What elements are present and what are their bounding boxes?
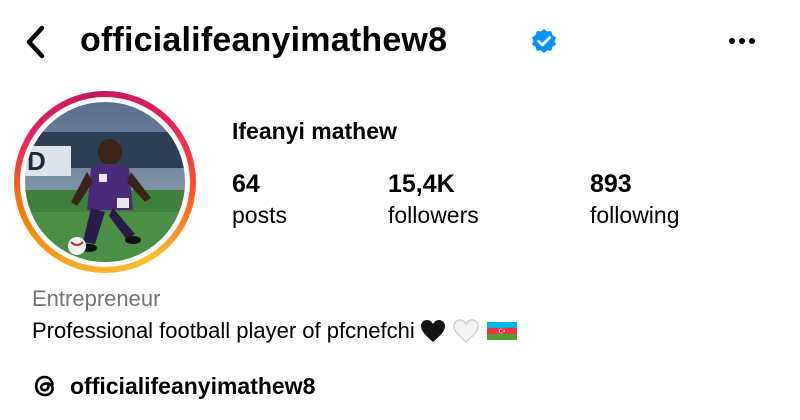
stat-followers-label: followers <box>388 202 479 228</box>
stat-following[interactable]: 893 following <box>590 168 680 230</box>
black-heart-icon <box>420 320 445 342</box>
stat-following-label: following <box>590 202 680 228</box>
azerbaijan-flag-icon <box>486 322 517 340</box>
story-ring[interactable]: D <box>14 91 196 273</box>
stat-following-value: 893 <box>590 170 632 198</box>
svg-text:D: D <box>27 146 46 176</box>
more-options-icon[interactable] <box>722 26 762 56</box>
avatar-photo: D <box>25 102 185 262</box>
profile-bio: Professional football player of pfcnefch… <box>32 318 519 344</box>
avatar-gap: D <box>20 97 190 267</box>
profile-avatar[interactable]: D <box>25 102 185 262</box>
profile-header: officialifeanyimathew8 <box>0 0 800 84</box>
chevron-left-icon[interactable] <box>18 20 54 64</box>
stat-followers-value: 15,4K <box>388 170 455 198</box>
threads-link[interactable]: officialifeanyimathew8 <box>30 368 315 404</box>
stat-posts-value: 64 <box>232 170 260 198</box>
verified-badge-icon <box>532 29 556 53</box>
profile-display-name: Ifeanyi mathew <box>232 118 397 144</box>
stat-posts[interactable]: 64 posts <box>232 168 287 230</box>
profile-username: officialifeanyimathew8 <box>80 21 448 59</box>
white-heart-icon <box>453 319 479 343</box>
stat-followers[interactable]: 15,4K followers <box>388 168 479 230</box>
threads-handle: officialifeanyimathew8 <box>70 372 316 399</box>
bio-text: Professional football player of pfcnefch… <box>32 318 415 343</box>
profile-category: Entrepreneur <box>32 286 161 311</box>
stat-posts-label: posts <box>232 202 287 228</box>
threads-icon <box>34 375 54 397</box>
